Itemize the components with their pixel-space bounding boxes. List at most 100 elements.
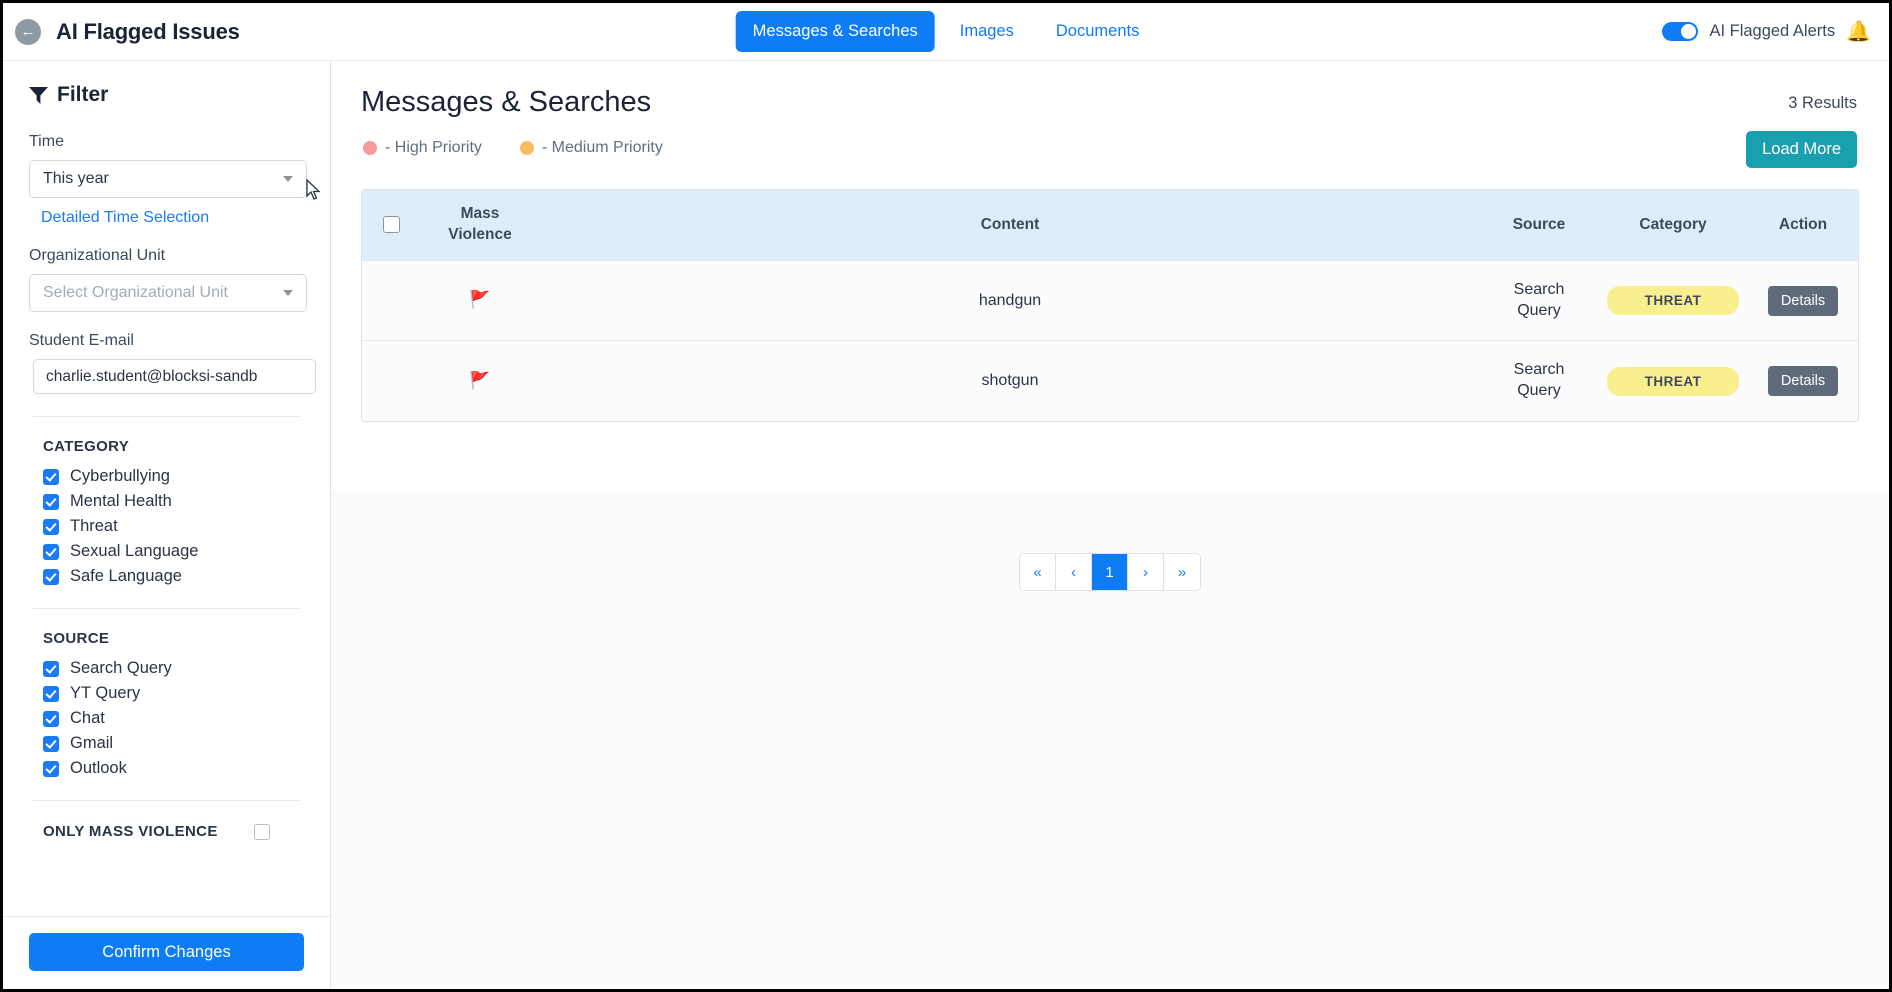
checkbox-checked-icon[interactable] <box>43 543 59 560</box>
organizational-unit-select[interactable]: Select Organizational Unit <box>29 274 307 312</box>
checkbox-checked-icon[interactable] <box>43 468 59 485</box>
checkbox-checked-icon[interactable] <box>43 493 59 510</box>
row-content-cell: shotgun <box>981 372 1039 390</box>
bell-icon[interactable]: 🔔 <box>1846 22 1871 42</box>
chevron-down-icon <box>283 290 293 296</box>
row-source-line1: Search <box>1513 361 1565 379</box>
load-more-button[interactable]: Load More <box>1746 131 1857 168</box>
details-button[interactable]: Details <box>1767 366 1839 397</box>
select-all-header <box>362 190 420 260</box>
category-label: Mental Health <box>70 492 172 510</box>
table-header-row: Mass Violence Content Source Category Ac… <box>362 190 1858 261</box>
mouse-cursor <box>306 179 321 200</box>
student-email-label: Student E-mail <box>29 332 134 349</box>
source-checkbox-gmail[interactable]: Gmail <box>43 734 304 753</box>
checkbox-checked-icon[interactable] <box>43 568 59 585</box>
app-window: ← AI Flagged Issues Messages & Searches … <box>0 0 1892 992</box>
only-mass-violence-row[interactable]: ONLY MASS VIOLENCE <box>43 823 300 840</box>
ai-flagged-alerts-label: AI Flagged Alerts <box>1709 22 1836 40</box>
checkbox-checked-icon[interactable] <box>43 685 59 702</box>
time-select[interactable]: This year <box>29 160 307 198</box>
back-arrow-icon[interactable]: ← <box>15 18 41 45</box>
row-action-cell: Details <box>1748 341 1858 421</box>
legend-label: - Medium Priority <box>541 139 663 156</box>
source-checkbox-yt-query[interactable]: YT Query <box>43 684 304 703</box>
mass-violence-header-line1: Mass <box>460 205 500 222</box>
divider <box>33 416 300 417</box>
filter-sidebar-footer: Confirm Changes <box>3 916 330 989</box>
results-table-wrap: Mass Violence Content Source Category Ac… <box>361 189 1859 423</box>
pagination-page-1[interactable]: 1 <box>1092 554 1128 590</box>
priority-legend: - High Priority - Medium Priority <box>363 139 663 157</box>
category-section-title: CATEGORY <box>43 438 130 455</box>
row-category-cell: THREAT <box>1598 260 1748 341</box>
student-email-wrap <box>29 359 316 394</box>
student-email-input[interactable] <box>33 359 316 394</box>
checkbox-unchecked-icon[interactable] <box>254 823 270 840</box>
row-source-line2: Query <box>1517 301 1561 319</box>
checkbox-checked-icon[interactable] <box>43 760 59 777</box>
results-card: Messages & Searches 3 Results - High Pri… <box>331 61 1889 491</box>
mass-violence-header: Mass Violence <box>420 190 540 260</box>
source-header: Source <box>1512 215 1566 233</box>
time-select-value: This year <box>43 170 109 187</box>
confirm-changes-button[interactable]: Confirm Changes <box>29 933 304 971</box>
funnel-icon <box>29 86 48 104</box>
pagination-last[interactable]: » <box>1164 554 1200 590</box>
tab-messages-and-searches[interactable]: Messages & Searches <box>735 11 935 52</box>
row-content-cell: handgun <box>978 291 1042 309</box>
top-bar: ← AI Flagged Issues Messages & Searches … <box>3 3 1889 61</box>
content-header: Content <box>980 215 1040 233</box>
mass-violence-header-line2: Violence <box>448 225 512 243</box>
checkbox-checked-icon[interactable] <box>43 735 59 752</box>
page-title: AI Flagged Issues <box>56 18 240 44</box>
source-checkbox-search-query[interactable]: Search Query <box>43 659 304 678</box>
source-section-title: SOURCE <box>43 630 110 647</box>
divider <box>33 608 300 609</box>
filter-sidebar-body: Filter Time This year Detailed Time Sele… <box>3 61 330 916</box>
table-row[interactable]: 🚩 shotgun Search Query THREAT Details <box>362 340 1858 422</box>
main-content: Messages & Searches 3 Results - High Pri… <box>331 61 1889 989</box>
source-label: Outlook <box>70 759 127 777</box>
pagination: « ‹ 1 › » <box>1019 553 1201 591</box>
table-row[interactable]: 🚩 handgun Search Query THREAT Details <box>362 260 1858 341</box>
detailed-time-selection-link[interactable]: Detailed Time Selection <box>41 209 304 227</box>
category-header: Category <box>1639 215 1707 233</box>
source-label: Chat <box>70 709 105 727</box>
divider <box>33 800 300 801</box>
pagination-first[interactable]: « <box>1020 554 1056 590</box>
checkbox-checked-icon[interactable] <box>43 710 59 727</box>
organizational-unit-label: Organizational Unit <box>29 247 166 264</box>
action-header: Action <box>1778 215 1828 233</box>
ai-flagged-alerts-toggle[interactable] <box>1662 22 1699 41</box>
category-checkbox-threat[interactable]: Threat <box>43 517 304 536</box>
row-select-cell <box>362 260 420 341</box>
category-checkbox-cyberbullying[interactable]: Cyberbullying <box>43 467 304 486</box>
category-checkbox-safe-language[interactable]: Safe Language <box>43 567 304 586</box>
source-checkbox-outlook[interactable]: Outlook <box>43 759 304 778</box>
results-count: 3 Results <box>1788 94 1857 112</box>
results-table: Mass Violence Content Source Category Ac… <box>362 190 1858 422</box>
medium-priority-dot-icon <box>519 141 534 155</box>
filter-heading: Filter <box>29 83 304 107</box>
row-select-cell <box>362 341 420 421</box>
top-bar-right: AI Flagged Alerts 🔔 <box>1662 22 1871 42</box>
select-all-checkbox[interactable] <box>382 216 400 234</box>
tab-documents[interactable]: Documents <box>1039 11 1156 52</box>
filter-heading-label: Filter <box>57 83 109 106</box>
category-checkbox-mental-health[interactable]: Mental Health <box>43 492 304 511</box>
checkbox-checked-icon[interactable] <box>43 518 59 535</box>
pagination-prev[interactable]: ‹ <box>1056 554 1092 590</box>
main-page-title: Messages & Searches <box>361 86 652 118</box>
category-checkbox-sexual-language[interactable]: Sexual Language <box>43 542 304 561</box>
pagination-next[interactable]: › <box>1128 554 1164 590</box>
source-checkbox-chat[interactable]: Chat <box>43 709 304 728</box>
category-label: Safe Language <box>70 567 182 585</box>
red-flag-icon: 🚩 <box>469 290 491 310</box>
tab-images[interactable]: Images <box>943 11 1031 52</box>
details-button[interactable]: Details <box>1767 285 1839 316</box>
checkbox-checked-icon[interactable] <box>43 660 59 677</box>
status-badge: THREAT <box>1607 366 1739 396</box>
row-source-cell: Search Query <box>1480 260 1598 341</box>
source-label: Gmail <box>70 734 114 752</box>
